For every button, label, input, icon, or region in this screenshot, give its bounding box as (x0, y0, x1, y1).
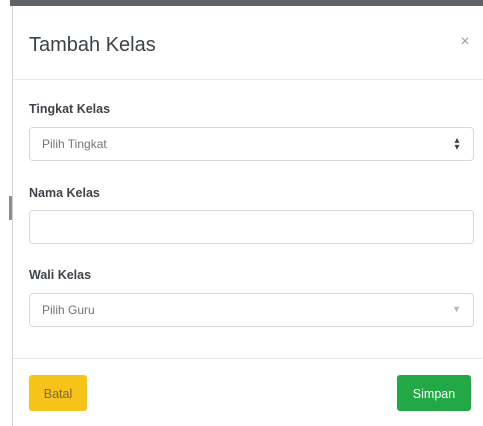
add-class-modal: Tambah Kelas × Tingkat Kelas Pilih Tingk… (12, 6, 483, 426)
wali-kelas-label: Wali Kelas (29, 268, 92, 282)
tingkat-kelas-select[interactable]: Pilih Tingkat ▴ ▾ (29, 127, 474, 161)
window-left-area (0, 14, 10, 426)
modal-header: Tambah Kelas × (13, 6, 483, 80)
modal-title: Tambah Kelas (29, 34, 156, 56)
wali-kelas-selected-value: Pilih Guru (42, 303, 95, 317)
tingkat-kelas-selected-value: Pilih Tingkat (42, 137, 107, 151)
save-button[interactable]: Simpan (397, 375, 471, 411)
sort-arrows-icon: ▴ ▾ (454, 135, 460, 153)
chevron-down-icon: ▼ (452, 304, 461, 314)
modal-footer: Batal Simpan (13, 358, 483, 426)
nama-kelas-label: Nama Kelas (29, 186, 100, 200)
wali-kelas-select[interactable]: Pilih Guru ▼ (29, 293, 474, 327)
tingkat-kelas-label: Tingkat Kelas (29, 102, 111, 116)
cancel-button[interactable]: Batal (29, 375, 87, 411)
nama-kelas-input[interactable] (29, 210, 474, 244)
close-icon[interactable]: × (457, 34, 473, 50)
